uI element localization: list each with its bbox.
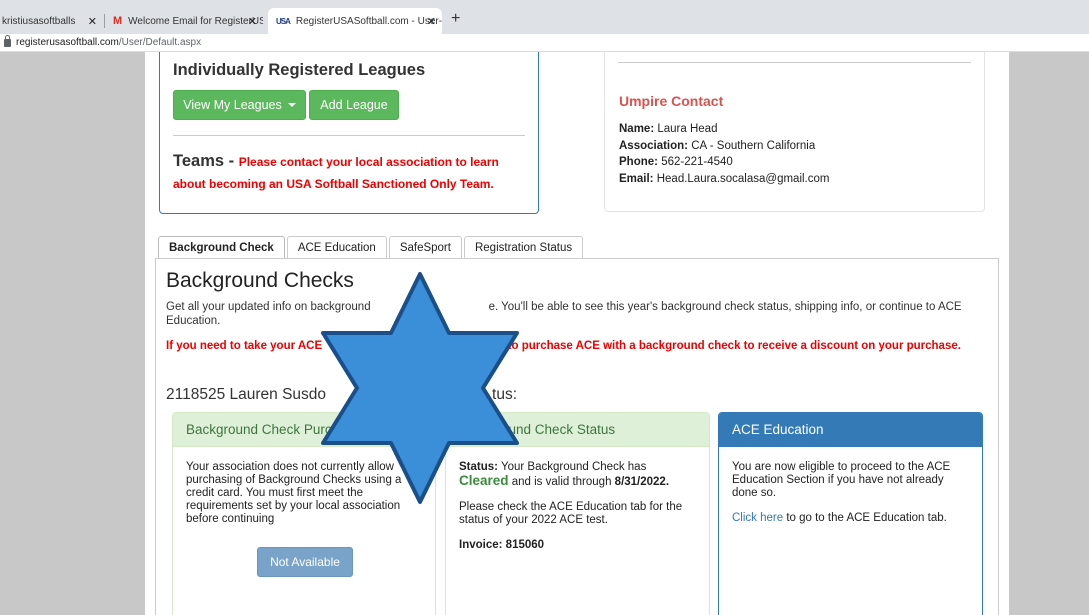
invoice-line: Invoice: 815060 [459, 539, 696, 552]
name-label: Name: [619, 123, 655, 135]
umpire-title: Umpire Contact [619, 93, 724, 109]
leagues-panel: Individually Registered Leagues View My … [159, 52, 539, 214]
tab-ace-education[interactable]: ACE Education [286, 236, 387, 259]
usa-softball-icon: USA [276, 16, 291, 26]
page-viewport: Individually Registered Leagues View My … [0, 52, 1089, 615]
phone-label: Phone: [619, 156, 658, 168]
star-shape [321, 272, 519, 504]
tab-title: RegisterUSASoftball.com - User- [295, 15, 442, 27]
umpire-email: Head.Laura.socalasa@gmail.com [656, 172, 830, 185]
umpire-info: Name: Laura Head Association: CA - South… [619, 121, 829, 187]
invoice-number: 815060 [505, 539, 545, 551]
divider [618, 62, 971, 63]
tab-background-check[interactable]: Background Check [158, 236, 285, 259]
tab-registration-status[interactable]: Registration Status [463, 236, 584, 259]
umpire-panel: Umpire Contact Name: Laura Head Associat… [604, 52, 985, 212]
tab-title: kristiusasoftballs [2, 15, 76, 27]
tab-title: Welcome Email for RegisterUSAS [128, 15, 263, 27]
browser-tab-active[interactable]: USA RegisterUSASoftball.com - User- ✕ [268, 8, 442, 34]
address-domain: registerusasoftball.com [16, 37, 119, 48]
browser-tab[interactable]: M Welcome Email for RegisterUSAS ✕ [105, 8, 263, 34]
heading-part: 2118525 Lauren Susdo [166, 386, 327, 403]
invoice-label: Invoice: [459, 539, 503, 551]
browser-tab-bar: kristiusasoftballs ✕ M Welcome Email for… [0, 0, 1089, 34]
address-path: /User/Default.aspx [118, 37, 202, 48]
close-icon[interactable]: ✕ [248, 15, 257, 28]
add-league-button[interactable]: Add League [309, 90, 399, 120]
page-content: Individually Registered Leagues View My … [145, 52, 1009, 615]
teams-notice: Teams - Please contact your local associ… [173, 150, 523, 195]
divider [173, 135, 525, 136]
star-overlay-icon [321, 272, 519, 504]
not-available-button[interactable]: Not Available [257, 547, 353, 577]
background-description: Get all your updated info on background e… [166, 300, 986, 328]
gmail-icon: M [113, 15, 123, 27]
tab-safesport[interactable]: SafeSport [388, 236, 462, 259]
ace-link-suffix: to go to the ACE Education tab. [786, 512, 947, 524]
section-tabs: Background Check ACE Education SafeSport… [158, 236, 585, 259]
umpire-association: CA - Southern California [691, 139, 816, 152]
association-label: Association: [619, 139, 689, 152]
background-check-tab-panel: Background Checks Get all your updated i… [155, 258, 999, 615]
leagues-title: Individually Registered Leagues [173, 61, 426, 79]
umpire-name: Laura Head [657, 123, 718, 135]
new-tab-icon[interactable]: + [451, 10, 460, 28]
lock-icon [4, 34, 11, 47]
ace-click-here-link[interactable]: Click here [732, 512, 783, 524]
close-icon[interactable]: ✕ [88, 15, 97, 28]
warning-part: cation tab to purchase ACE with a backgr… [450, 340, 961, 352]
address-bar[interactable]: registerusasoftball.com/User/Default.asp… [0, 34, 1089, 52]
umpire-phone: 562-221-4540 [661, 156, 733, 168]
email-label: Email: [619, 172, 654, 185]
ace-education-card: ACE Education You are now eligible to pr… [718, 412, 983, 615]
browser-tab[interactable]: kristiusasoftballs ✕ [0, 8, 103, 34]
caret-down-icon [287, 103, 296, 107]
view-my-leagues-button[interactable]: View My Leagues [173, 90, 306, 120]
card-title: ACE Education [719, 413, 982, 447]
warning-part: If you need to take your ACE [166, 340, 323, 352]
valid-date: 8/31/2022. [614, 476, 670, 488]
button-label: View My Leagues [183, 98, 282, 112]
ace-eligibility: You are now eligible to proceed to the A… [732, 461, 951, 499]
teams-label: Teams - [173, 152, 239, 170]
card-body: You are now eligible to proceed to the A… [719, 447, 982, 525]
status-text: Your Background Check has [500, 461, 647, 473]
valid-text: and is valid through [511, 476, 612, 488]
close-icon[interactable]: ✕ [427, 15, 436, 28]
ace-link-line: Click here to go to the ACE Education ta… [732, 512, 969, 525]
discount-warning: If you need to take your ACE cation tab t… [166, 339, 996, 353]
